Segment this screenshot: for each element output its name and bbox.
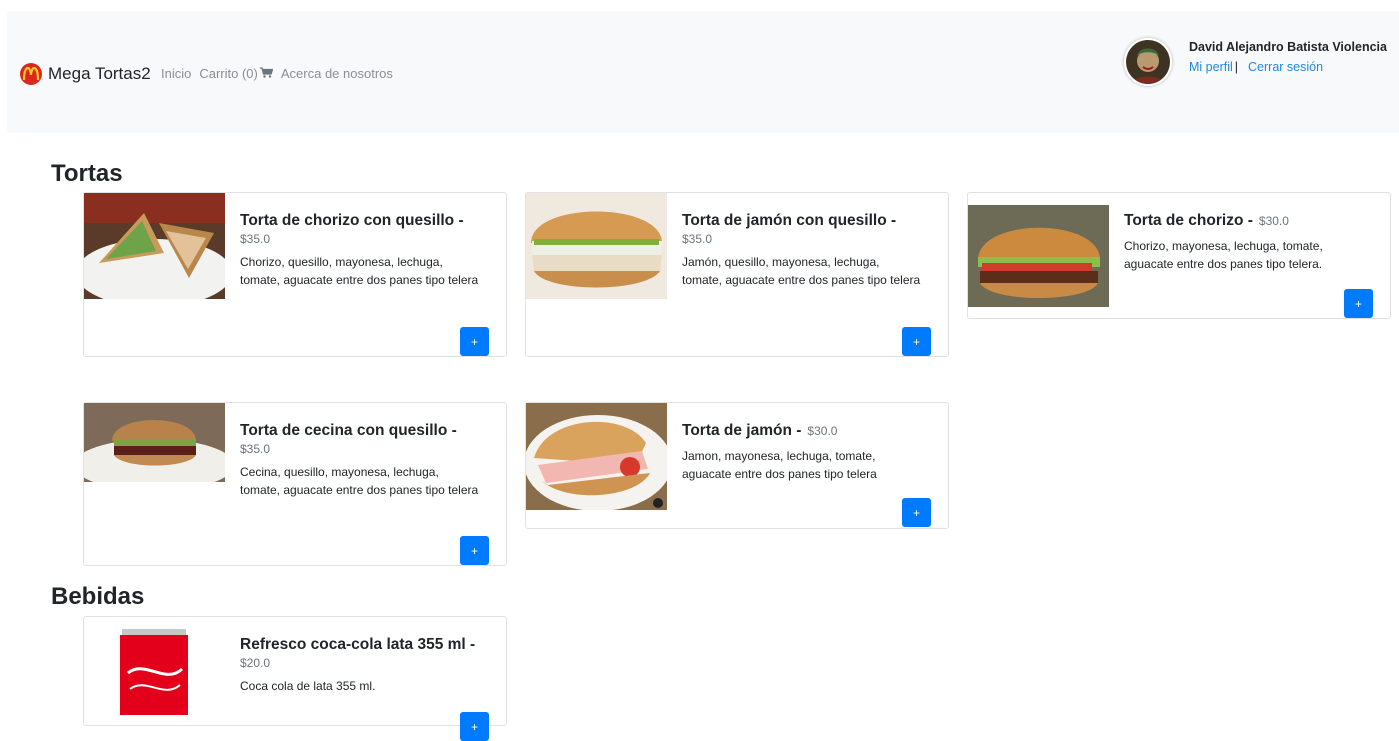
navbar: Mega Tortas2 Inicio Carrito (0) Acerca d… bbox=[7, 11, 1399, 133]
add-to-cart-button[interactable]: + bbox=[1344, 289, 1373, 318]
nav-link-carrito[interactable]: Carrito (0) bbox=[199, 66, 274, 81]
nav-link-carrito-label: Carrito (0) bbox=[199, 66, 258, 81]
profile-link[interactable]: Mi perfil bbox=[1189, 60, 1233, 74]
product-price: $30.0 bbox=[1258, 214, 1289, 228]
add-to-cart-button[interactable]: + bbox=[460, 327, 489, 356]
product-description: Chorizo, quesillo, mayonesa, lechuga, to… bbox=[240, 255, 479, 287]
product-price: $30.0 bbox=[807, 424, 838, 438]
product-image bbox=[84, 403, 225, 482]
product-image bbox=[84, 193, 225, 299]
brand[interactable]: Mega Tortas2 bbox=[20, 63, 151, 85]
product-image bbox=[526, 403, 667, 510]
avatar bbox=[1124, 38, 1172, 86]
mcdonalds-logo-icon bbox=[20, 63, 42, 85]
product-title-text: Torta de jamón - bbox=[682, 422, 802, 439]
product-description: Coca cola de lata 355 ml. bbox=[240, 679, 376, 693]
product-title: Refresco coca-cola lata 355 ml - bbox=[240, 636, 476, 653]
cart-icon bbox=[259, 66, 274, 81]
nav-link-inicio[interactable]: Inicio bbox=[161, 66, 191, 81]
product-price: $35.0 bbox=[240, 442, 271, 456]
product-image bbox=[526, 193, 667, 299]
product-description: Chorizo, mayonesa, lechuga, tomate, agua… bbox=[1124, 239, 1323, 271]
product-description: Jamon, mayonesa, lechuga, tomate, aguaca… bbox=[682, 449, 877, 481]
add-to-cart-button[interactable]: + bbox=[460, 536, 489, 565]
product-title: Torta de jamón - $30.0 bbox=[682, 421, 922, 441]
section-title-bebidas: Bebidas bbox=[51, 583, 145, 610]
product-card: Torta de cecina con quesillo - $35.0 Cec… bbox=[83, 402, 507, 566]
product-title: Torta de cecina con quesillo - bbox=[240, 422, 457, 439]
link-separator: | bbox=[1234, 60, 1239, 74]
product-price: $20.0 bbox=[240, 656, 271, 670]
user-area: David Alejandro Batista Violencia Mi per… bbox=[1124, 38, 1387, 86]
product-card: Refresco coca-cola lata 355 ml - $20.0 C… bbox=[83, 616, 507, 741]
product-description: Cecina, quesillo, mayonesa, lechuga, tom… bbox=[240, 465, 479, 497]
logout-link[interactable]: Cerrar sesión bbox=[1248, 60, 1323, 74]
product-image bbox=[968, 205, 1109, 307]
brand-name: Mega Tortas2 bbox=[48, 64, 151, 83]
product-price: $35.0 bbox=[240, 232, 271, 246]
product-description: Jamón, quesillo, mayonesa, lechuga, toma… bbox=[682, 255, 921, 287]
product-card: Torta de chorizo - $30.0 Chorizo, mayones… bbox=[967, 192, 1391, 319]
product-price: $35.0 bbox=[682, 232, 713, 246]
product-card: Torta de jamón con quesillo - $35.0 Jamó… bbox=[525, 192, 949, 357]
nav-links: Inicio Carrito (0) Acerca de nosotros bbox=[161, 66, 401, 81]
product-title: Torta de chorizo con quesillo - bbox=[240, 212, 464, 229]
product-image bbox=[84, 629, 225, 715]
add-to-cart-button[interactable]: + bbox=[902, 498, 931, 527]
product-title: Torta de chorizo - $30.0 bbox=[1124, 211, 1364, 231]
section-title-tortas: Tortas bbox=[51, 160, 123, 187]
add-to-cart-button[interactable]: + bbox=[902, 327, 931, 356]
add-to-cart-button[interactable]: + bbox=[460, 712, 489, 741]
product-card: Torta de chorizo con quesillo - $35.0 Ch… bbox=[83, 192, 507, 357]
product-title-text: Torta de chorizo - bbox=[1124, 212, 1253, 229]
product-card: Torta de jamón - $30.0 Jamon, mayonesa, l… bbox=[525, 402, 949, 529]
product-title: Torta de jamón con quesillo - bbox=[682, 212, 897, 229]
nav-link-acerca[interactable]: Acerca de nosotros bbox=[281, 66, 393, 81]
user-name: David Alejandro Batista Violencia bbox=[1189, 40, 1387, 54]
